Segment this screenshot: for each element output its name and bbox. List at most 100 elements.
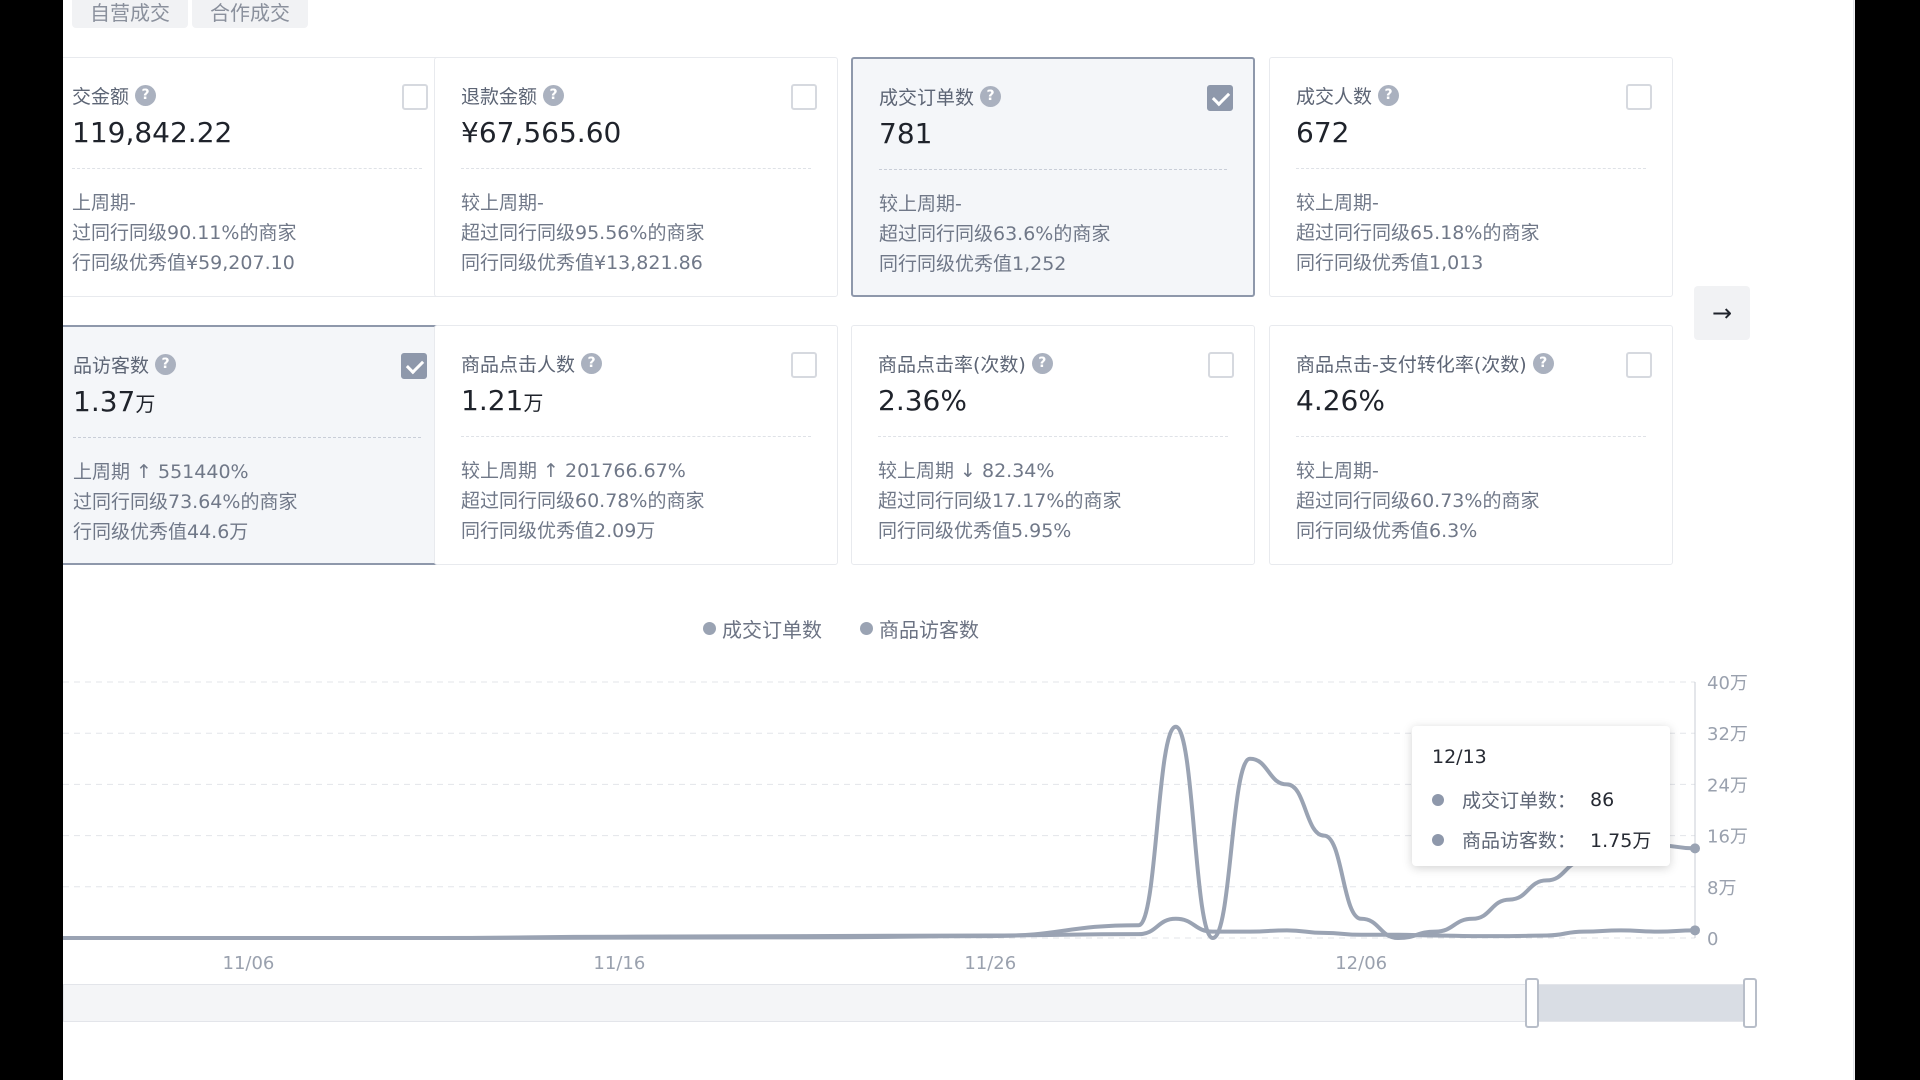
card-compare-text: 较上周期-	[1296, 192, 1379, 214]
card-checkbox[interactable]	[1626, 84, 1652, 110]
series-dot-icon	[1432, 793, 1444, 806]
x-tick-label: 11/16	[593, 953, 645, 974]
card-checkbox[interactable]	[1208, 352, 1234, 378]
help-icon[interactable]: ?	[135, 85, 157, 106]
card-checkbox[interactable]	[791, 352, 817, 378]
card-peer-rank-text: 超过同行同级65.18%的商家	[1296, 222, 1540, 244]
x-tick-label: 11/06	[223, 953, 275, 974]
window-edge	[1855, 0, 1920, 1080]
tab-self-operated[interactable]: 自营成交	[72, 0, 188, 28]
y-tick-label: 8万	[1707, 878, 1736, 899]
chart-tooltip: 12/13 成交订单数： 86 商品访客数： 1.75万	[1412, 726, 1670, 866]
card-compare-text: 较上周期-	[461, 192, 544, 214]
card-checkbox[interactable]	[401, 353, 427, 379]
metric-card-gmv[interactable]: 交金额? 119,842.22 上周期- 过同行同级90.11%的商家 行同级优…	[63, 57, 449, 297]
card-title: 商品点击人数	[461, 354, 576, 376]
card-checkbox[interactable]	[791, 84, 817, 110]
card-title: 商品点击率(次数)	[878, 354, 1026, 376]
card-divider	[461, 168, 811, 169]
arrow-right-icon: →	[1711, 299, 1733, 327]
card-value: 1.21万	[461, 384, 544, 417]
card-excellent-value-text: 同行同级优秀值6.3%	[1296, 520, 1478, 542]
card-peer-rank-text: 超过同行同级63.6%的商家	[879, 223, 1111, 245]
card-divider	[1296, 436, 1646, 437]
card-divider	[878, 436, 1228, 437]
tooltip-row-orders: 成交订单数： 86	[1432, 786, 1614, 813]
series-end-point[interactable]	[1690, 925, 1700, 936]
metric-card-buyers[interactable]: 成交人数? 672 较上周期- 超过同行同级65.18%的商家 同行同级优秀值1…	[1269, 57, 1673, 297]
card-peer-rank-text: 过同行同级73.64%的商家	[73, 491, 298, 513]
help-icon[interactable]: ?	[543, 85, 565, 106]
card-divider	[1296, 168, 1646, 169]
card-compare-text: 较上周期 ↓ 82.34%	[878, 460, 1055, 482]
card-excellent-value-text: 同行同级优秀值5.95%	[878, 520, 1072, 542]
card-checkbox[interactable]	[1626, 352, 1652, 378]
series-end-point[interactable]	[1690, 843, 1700, 854]
y-tick-label: 40万	[1707, 673, 1748, 694]
card-divider	[879, 169, 1227, 170]
card-compare-text: 上周期 ↑ 551440%	[73, 461, 249, 483]
card-excellent-value-text: 同行同级优秀值1,252	[879, 253, 1067, 275]
card-excellent-value-text: 同行同级优秀值¥13,821.86	[461, 252, 703, 274]
tab-cooperation[interactable]: 合作成交	[192, 0, 308, 28]
card-checkbox[interactable]	[402, 84, 428, 110]
card-divider	[73, 437, 421, 438]
card-checkbox[interactable]	[1207, 85, 1233, 111]
card-title: 品访客数	[73, 355, 150, 377]
card-title: 交金额	[72, 86, 130, 108]
zoom-handle-right[interactable]	[1743, 978, 1757, 1028]
metric-card-click-users[interactable]: 商品点击人数? 1.21万 较上周期 ↑ 201766.67% 超过同行同级60…	[434, 325, 838, 565]
card-value: 672	[1296, 116, 1350, 149]
data-zoom-track[interactable]	[63, 984, 1751, 1022]
card-excellent-value-text: 同行同级优秀值1,013	[1296, 252, 1484, 274]
metric-card-refund[interactable]: 退款金额? ¥67,565.60 较上周期- 超过同行同级95.56%的商家 同…	[434, 57, 838, 297]
card-value: 4.26%	[1296, 384, 1385, 417]
card-title: 成交人数	[1296, 86, 1373, 108]
card-divider	[72, 168, 422, 169]
card-title: 商品点击-支付转化率(次数)	[1296, 354, 1527, 376]
help-icon[interactable]: ?	[980, 86, 1002, 107]
help-icon[interactable]: ?	[1532, 353, 1554, 374]
card-divider	[461, 436, 811, 437]
card-peer-rank-text: 过同行同级90.11%的商家	[72, 222, 297, 244]
legend-item-visitors[interactable]: 商品访客数	[860, 614, 979, 643]
metric-card-visitors[interactable]: 品访客数? 1.37万 上周期 ↑ 551440% 过同行同级73.64%的商家…	[63, 325, 449, 565]
y-tick-label: 16万	[1707, 827, 1748, 848]
card-peer-rank-text: 超过同行同级17.17%的商家	[878, 490, 1122, 512]
zoom-handle-left[interactable]	[1525, 978, 1539, 1028]
data-overview-page: 自营成交 合作成交 交金额? 119,842.22 上周期- 过同行同级90.1…	[63, 0, 1855, 1080]
x-tick-label: 12/06	[1335, 953, 1387, 974]
card-peer-rank-text: 超过同行同级95.56%的商家	[461, 222, 705, 244]
card-title: 退款金额	[461, 86, 538, 108]
legend-dot-icon	[703, 622, 716, 635]
help-icon[interactable]: ?	[1031, 353, 1053, 374]
card-excellent-value-text: 同行同级优秀值2.09万	[461, 520, 656, 542]
card-value: 2.36%	[878, 384, 967, 417]
card-value: 781	[879, 117, 933, 150]
metric-card-conversion-rate[interactable]: 商品点击-支付转化率(次数)? 4.26% 较上周期- 超过同行同级60.73%…	[1269, 325, 1673, 565]
x-tick-label: 11/26	[964, 953, 1016, 974]
next-arrow-button[interactable]: →	[1694, 286, 1750, 340]
y-tick-label: 0	[1707, 929, 1718, 950]
card-title: 成交订单数	[879, 87, 975, 109]
card-compare-text: 上周期-	[72, 192, 136, 214]
metric-card-orders[interactable]: 成交订单数? 781 较上周期- 超过同行同级63.6%的商家 同行同级优秀值1…	[851, 57, 1255, 297]
help-icon[interactable]: ?	[1378, 85, 1400, 106]
series-dot-icon	[1432, 833, 1444, 846]
metric-card-click-rate[interactable]: 商品点击率(次数)? 2.36% 较上周期 ↓ 82.34% 超过同行同级17.…	[851, 325, 1255, 565]
data-zoom-window[interactable]	[1531, 985, 1750, 1021]
card-value: 119,842.22	[72, 116, 233, 149]
tooltip-row-visitors: 商品访客数： 1.75万	[1432, 826, 1651, 853]
help-icon[interactable]: ?	[155, 354, 177, 375]
chart-legend: 成交订单数 商品访客数	[703, 614, 979, 643]
card-excellent-value-text: 行同级优秀值44.6万	[73, 521, 249, 543]
legend-item-orders[interactable]: 成交订单数	[703, 614, 822, 643]
card-compare-text: 较上周期 ↑ 201766.67%	[461, 460, 686, 482]
legend-dot-icon	[860, 622, 873, 635]
help-icon[interactable]: ?	[581, 353, 603, 374]
card-value: ¥67,565.60	[461, 116, 622, 149]
tooltip-date: 12/13	[1432, 746, 1487, 768]
card-excellent-value-text: 行同级优秀值¥59,207.10	[72, 252, 295, 274]
card-peer-rank-text: 超过同行同级60.73%的商家	[1296, 490, 1540, 512]
card-value: 1.37万	[73, 385, 156, 418]
